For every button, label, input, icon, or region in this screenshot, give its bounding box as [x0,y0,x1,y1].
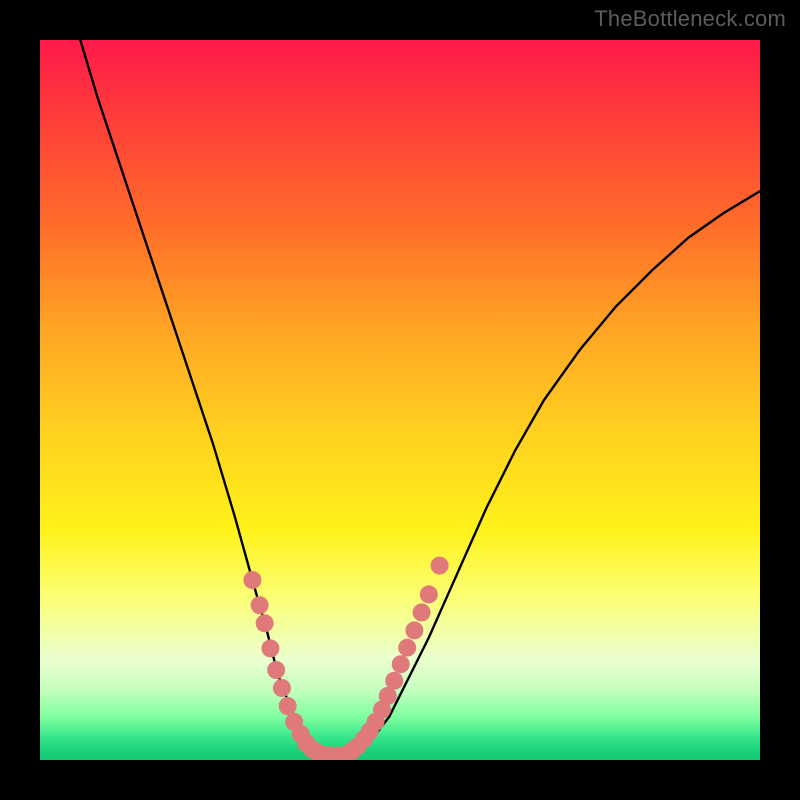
highlight-dot [413,603,431,621]
highlight-dot [256,614,274,632]
highlight-dot [279,697,297,715]
curve-line [76,40,760,756]
chart-svg [40,40,760,760]
highlight-dot [431,557,449,575]
highlight-dot [261,639,279,657]
highlight-dot [405,621,423,639]
highlight-dot [398,639,416,657]
highlight-dot [267,661,285,679]
highlight-dot [243,571,261,589]
chart-frame: TheBottleneck.com [0,0,800,800]
highlight-dot [385,672,403,690]
highlight-dot [392,655,410,673]
highlight-dot [251,596,269,614]
watermark-text: TheBottleneck.com [594,6,786,32]
plot-area [40,40,760,760]
highlight-dot [273,679,291,697]
highlight-dot [420,585,438,603]
